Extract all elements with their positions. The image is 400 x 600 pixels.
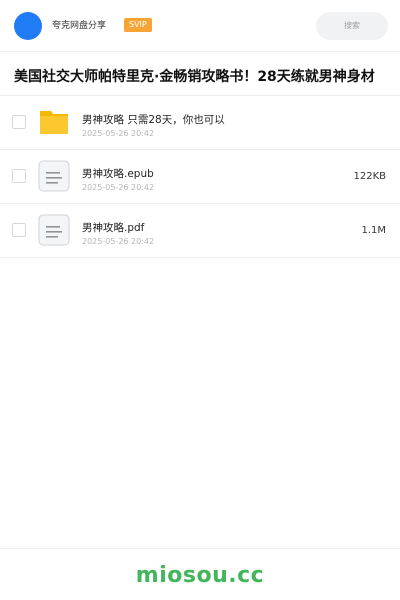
list-item[interactable]: 男神攻略.epub 2025-05-26 20:42 122KB bbox=[0, 150, 400, 204]
file-name: 男神攻略 只需28天，你也可以 bbox=[82, 114, 225, 126]
folder-icon bbox=[40, 111, 68, 134]
file-date: 2025-05-26 20:42 bbox=[82, 129, 155, 138]
file-date: 2025-05-26 20:42 bbox=[82, 237, 155, 246]
list-item[interactable]: 男神攻略 只需28天，你也可以 2025-05-26 20:42 bbox=[0, 96, 400, 150]
file-name: 男神攻略.epub bbox=[82, 168, 154, 180]
title-bar: 美国社交大师帕特里克·金畅销攻略书！28天练就男神身材 bbox=[0, 53, 400, 96]
file-name: 男神攻略.pdf bbox=[82, 222, 145, 234]
header: 夸克网盘分享 SVIP 搜索 bbox=[0, 0, 400, 52]
list-item[interactable]: 男神攻略.pdf 2025-05-26 20:42 1.1M bbox=[0, 204, 400, 258]
file-size: 1.1M bbox=[361, 225, 386, 236]
search-input[interactable]: 搜索 bbox=[316, 12, 388, 40]
site-logo[interactable]: miosou.cc bbox=[0, 563, 400, 588]
footer: miosou.cc bbox=[0, 548, 400, 600]
file-list: 男神攻略 只需28天，你也可以 2025-05-26 20:42 男神攻略.ep… bbox=[0, 96, 400, 258]
document-icon bbox=[38, 214, 70, 246]
checkbox[interactable] bbox=[12, 223, 26, 237]
file-date: 2025-05-26 20:42 bbox=[82, 183, 155, 192]
app-name: 夸克网盘分享 bbox=[52, 21, 107, 31]
checkbox[interactable] bbox=[12, 115, 26, 129]
file-size: 122KB bbox=[353, 171, 386, 182]
avatar[interactable] bbox=[14, 12, 42, 40]
svip-badge: SVIP bbox=[124, 18, 152, 32]
document-icon bbox=[38, 160, 70, 192]
checkbox[interactable] bbox=[12, 169, 26, 183]
page-title: 美国社交大师帕特里克·金畅销攻略书！28天练就男神身材 bbox=[14, 69, 375, 85]
